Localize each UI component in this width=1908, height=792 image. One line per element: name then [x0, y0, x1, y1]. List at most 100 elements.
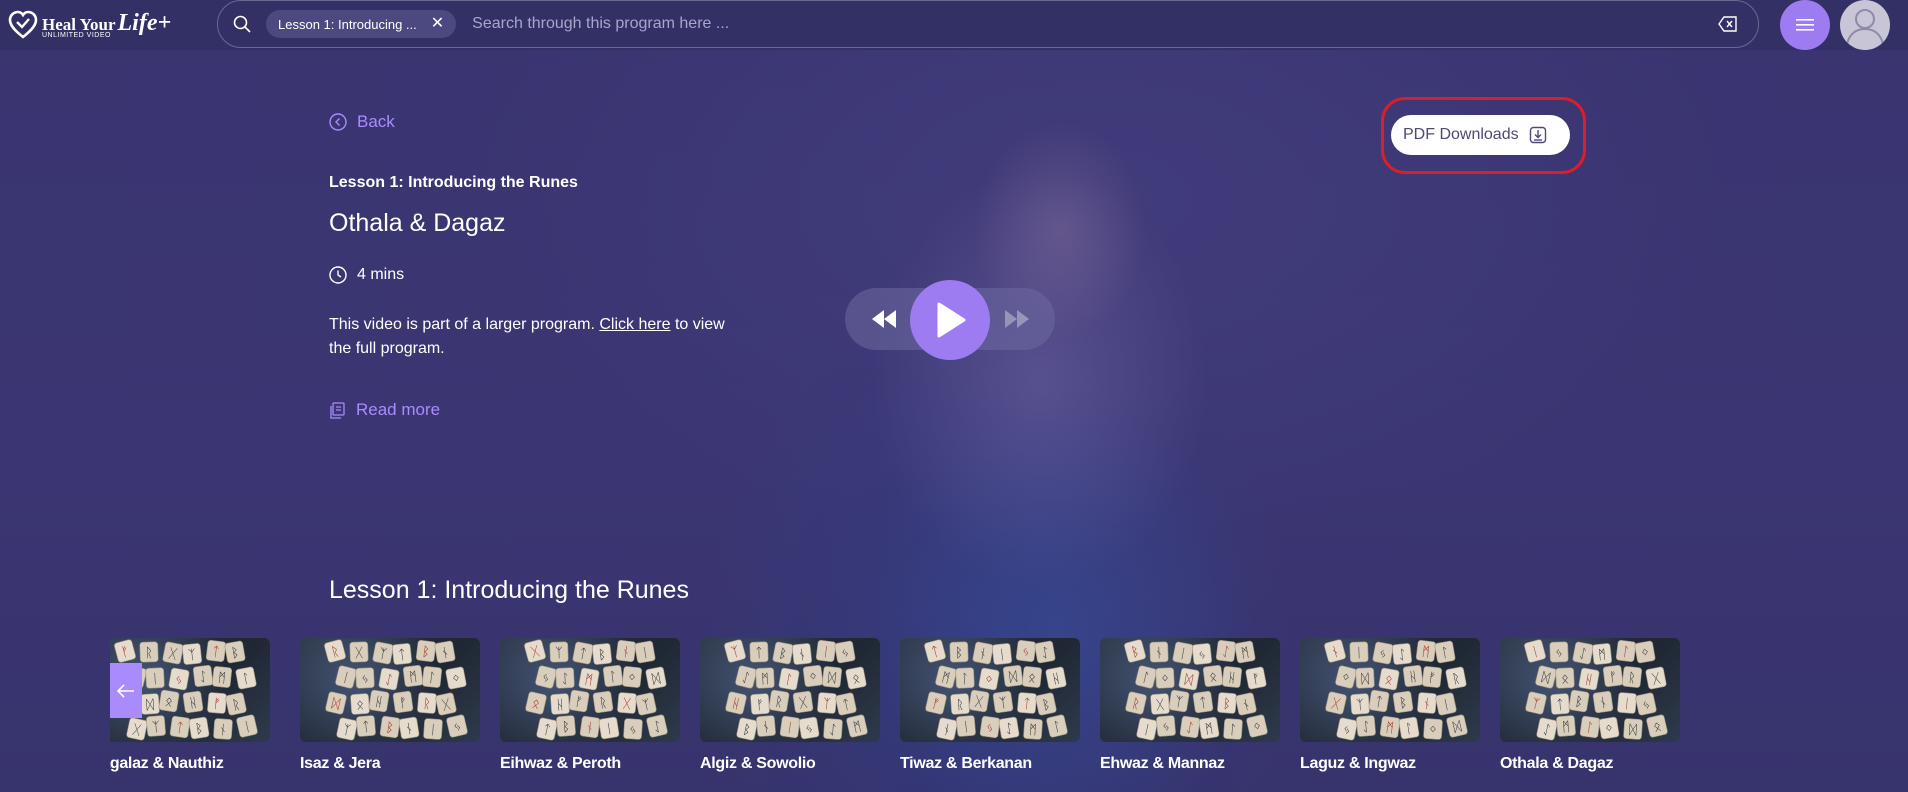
section-title: Lesson 1: Introducing the Runes — [329, 576, 689, 604]
clear-search-icon[interactable] — [1718, 16, 1738, 32]
svg-text:ᛁ: ᛁ — [1355, 646, 1363, 661]
svg-text:ᚺ: ᚺ — [556, 698, 565, 714]
svg-text:ᛃ: ᛃ — [361, 672, 370, 687]
svg-text:ᚷ: ᚷ — [622, 697, 631, 713]
lesson-card-title: Laguz & Ingwaz — [1300, 755, 1416, 772]
back-label: Back — [357, 112, 395, 131]
svg-text:ᚷ: ᚷ — [1156, 698, 1165, 714]
lesson-thumbnail: ᚱᚷᛉᛏᛒᚾᛁᛃᛇᛗᛚᛜᛞᛟᚺᚠᚱᚷᛉᛏᛒᚾᛁᛃ — [300, 638, 480, 742]
svg-text:ᚺ: ᚺ — [1227, 671, 1236, 687]
filter-chip-label: Lesson 1: Introducing ... — [278, 16, 417, 32]
video-description: This video is part of a larger program. … — [329, 313, 749, 361]
svg-text:ᚠ: ᚠ — [1427, 671, 1436, 687]
svg-text:ᛚ: ᛚ — [961, 672, 970, 687]
lesson-card[interactable]: ᛒᚾᛁᛃᛇᛗᛚᛜᛞᛟᚺᚠᚱᚷᛉᛏᛒᚾᛁᛃᛇᛗᛚᛜ Ehwaz & Mannaz — [1100, 638, 1280, 773]
brand-logo[interactable]: Heal YourLife+ UNLIMITED VIDEO — [8, 8, 171, 42]
svg-text:ᛏ: ᛏ — [1022, 697, 1031, 713]
rewind-icon[interactable] — [870, 306, 898, 332]
svg-text:ᛗ: ᛗ — [1597, 648, 1606, 664]
clock-icon — [329, 266, 347, 284]
fast-forward-icon[interactable] — [1003, 306, 1031, 332]
read-more-link[interactable]: Read more — [329, 400, 440, 420]
read-more-label: Read more — [356, 400, 441, 419]
lesson-card[interactable]: ᚾᛁᛃᛇᛗᛚᛜᛞᛟᚺᚠᚱᚷᛉᛏᛒᚾᛁᛃᛇᛗᛚᛜᛞ Laguz & Ingwaz — [1300, 638, 1480, 773]
svg-text:ᚾ: ᚾ — [1155, 646, 1163, 661]
svg-text:ᛒ: ᛒ — [955, 646, 963, 661]
lesson-thumbnail: ᛒᚾᛁᛃᛇᛗᛚᛜᛞᛟᚺᚠᚱᚷᛉᛏᛒᚾᛁᛃᛇᛗᛚᛜ — [1100, 638, 1280, 742]
svg-text:ᛁ: ᛁ — [962, 720, 971, 736]
svg-text:ᛗ: ᛗ — [1028, 723, 1037, 739]
menu-button[interactable] — [1780, 0, 1830, 50]
user-avatar[interactable] — [1840, 0, 1890, 50]
svg-text:ᚱ: ᚱ — [956, 698, 965, 714]
svg-text:ᛟ: ᛟ — [1027, 671, 1036, 687]
svg-text:ᛉ: ᛉ — [822, 697, 831, 713]
svg-text:ᛉ: ᛉ — [555, 646, 564, 661]
lesson-card[interactable]: ᛉᛏᛒᚾᛁᛃᛇᛗᛚᛜᛞᛟᚺᚠᚱᚷᛉᛏᛒᚾᛁᛃᛇᛗ Algiz & Sowolio — [700, 638, 880, 773]
search-bar[interactable]: Lesson 1: Introducing ... ✕ — [217, 0, 1759, 48]
pdf-downloads-label: PDF Downloads — [1403, 126, 1519, 143]
lesson-card[interactable]: ᚷᛉᛏᛒᚾᛁᛃᛇᛗᛚᛜᛞᛟᚺᚠᚱᚷᛉᛏᛒᚾᛁᛃᛇ Eihwaz & Peroth — [500, 638, 680, 773]
svg-text:ᚱ: ᚱ — [145, 646, 153, 661]
duration-text: 4 mins — [357, 266, 405, 283]
svg-text:ᚾ: ᚾ — [218, 723, 227, 739]
svg-text:ᚠ: ᚠ — [756, 698, 765, 714]
svg-text:ᛁ: ᛁ — [997, 648, 1006, 664]
lesson-card-title: Isaz & Jera — [300, 755, 381, 772]
svg-text:ᛞ: ᛞ — [1361, 672, 1370, 687]
svg-text:ᛒ: ᛒ — [1222, 697, 1231, 713]
rune-tiles-image: ᛉ ᛏ ᛒ ᚾ ᛁ ᛃᛇ ᛗ ᛚ ᛜ ᛞ ᛟᚺ ᚠ ᚱ ᚷ ᛉ ᛏᛒ ᚾ ᛁ ᛃ ᛇ ᛗ — [724, 639, 868, 741]
rune-tiles-image: ᚾ ᛁ ᛃ ᛇ ᛗ ᛚᛜ ᛞ ᛟ ᚺ ᚠ ᚱᚷ ᛉ ᛏ ᛒ ᚾ ᛁᛃ ᛇ ᛗ ᛚ ᛜ ᛞ — [1324, 639, 1468, 741]
lesson-card[interactable]: ᚱᚷᛉᛏᛒᚾᛁᛃᛇᛗᛚᛜᛞᛟᚺᚠᚱᚷᛉᛏᛒᚾᛁᛃ Isaz & Jera — [300, 638, 480, 773]
svg-text:ᛇ: ᛇ — [561, 672, 570, 687]
svg-text:ᛇ: ᛇ — [828, 723, 837, 739]
search-icon — [233, 15, 251, 33]
play-button[interactable] — [910, 280, 990, 360]
lesson-card-title: Ehwaz & Mannaz — [1100, 755, 1225, 772]
svg-text:ᛃ: ᛃ — [1555, 646, 1563, 661]
svg-text:ᚱ: ᚱ — [1627, 671, 1636, 687]
carousel-prev-button[interactable] — [110, 663, 142, 718]
filter-chip[interactable]: Lesson 1: Introducing ... ✕ — [266, 10, 457, 38]
svg-text:ᛗ: ᛗ — [761, 672, 770, 687]
top-bar: Heal YourLife+ UNLIMITED VIDEO Lesson 1:… — [0, 0, 1908, 50]
svg-text:ᚾ: ᚾ — [1422, 697, 1431, 713]
lesson-thumbnail: ᚷᛉᛏᛒᚾᛁᛃᛇᛗᛚᛜᛞᛟᚺᚠᚱᚷᛉᛏᛒᚾᛁᛃᛇ — [500, 638, 680, 742]
svg-text:ᛃ: ᛃ — [1162, 720, 1171, 736]
lesson-card-title: Eihwaz & Peroth — [500, 755, 621, 772]
arrow-left-icon — [117, 683, 134, 698]
svg-text:ᛒ: ᛒ — [597, 648, 606, 664]
desc-prefix: This video is part of a larger program. — [329, 316, 595, 333]
rune-tiles-image: ᚱ ᚷ ᛉ ᛏ ᛒ ᚾᛁ ᛃ ᛇ ᛗ ᛚ ᛜᛞ ᛟ ᚺ ᚠ ᚱ ᚷᛉ ᛏ ᛒ ᚾ ᛁ ᛃ — [324, 639, 468, 741]
svg-text:ᛏ: ᛏ — [397, 648, 406, 664]
svg-text:ᛜ: ᛜ — [627, 671, 636, 687]
svg-text:ᚠ: ᚠ — [212, 697, 221, 713]
search-input[interactable] — [470, 14, 1718, 34]
lesson-card[interactable]: ᛁᛃᛇᛗᛚᛜᛞᛟᚺᚠᚱᚷᛉᛏᛒᚾᛁᛃᛇᛗᛚᛜᛞᛟ Othala & Dagaz — [1500, 638, 1680, 773]
lesson-card[interactable]: ᛏᛒᚾᛁᛃᛇᛗᛚᛜᛞᛟᚺᚠᚱᚷᛉᛏᛒᚾᛁᛃᛇᛗᛚ Tiwaz & Berkana… — [900, 638, 1080, 773]
play-icon — [937, 302, 966, 338]
rune-tiles-image: ᛏ ᛒ ᚾ ᛁ ᛃ ᛇᛗ ᛚ ᛜ ᛞ ᛟ ᚺᚠ ᚱ ᚷ ᛉ ᛏ ᛒᚾ ᛁ ᛃ ᛇ ᛗ ᛚ — [924, 639, 1068, 741]
svg-text:ᛁ: ᛁ — [1622, 697, 1631, 713]
svg-text:ᛇ: ᛇ — [1362, 720, 1371, 736]
heart-logo-icon — [8, 10, 38, 39]
lesson-thumbnail: ᛁᛃᛇᛗᛚᛜᛞᛟᚺᚠᚱᚷᛉᛏᛒᚾᛁᛃᛇᛗᛚᛜᛞᛟ — [1500, 638, 1680, 742]
svg-text:ᛏ: ᛏ — [755, 646, 763, 661]
user-icon — [1846, 9, 1884, 45]
download-icon — [1529, 126, 1546, 144]
lesson-label: Lesson 1: Introducing the Runes — [329, 174, 578, 191]
svg-text:ᛉ: ᛉ — [152, 720, 161, 736]
lesson-thumbnail: ᚾᛁᛃᛇᛗᛚᛜᛞᛟᚺᚠᚱᚷᛉᛏᛒᚾᛁᛃᛇᛗᛚᛜᛞ — [1300, 638, 1480, 742]
svg-text:ᛏ: ᛏ — [362, 720, 371, 736]
video-title: Othala & Dagaz — [329, 209, 506, 237]
back-link[interactable]: Back — [329, 112, 395, 132]
svg-text:ᛁ: ᛁ — [428, 723, 437, 739]
rune-tiles-image: ᛁ ᛃ ᛇ ᛗ ᛚ ᛜᛞ ᛟ ᚺ ᚠ ᚱ ᚷᛉ ᛏ ᛒ ᚾ ᛁ ᛃᛇ ᛗ ᛚ ᛜ ᛞ ᛟ — [1524, 639, 1668, 741]
full-program-link[interactable]: Click here — [599, 316, 670, 333]
chevron-left-circle-icon — [329, 113, 347, 131]
lesson-thumbnail: ᛏᛒᚾᛁᛃᛇᛗᛚᛜᛞᛟᚺᚠᚱᚷᛉᛏᛒᚾᛁᛃᛇᛗᛚ — [900, 638, 1080, 742]
chip-close-icon[interactable]: ✕ — [431, 16, 444, 32]
pdf-downloads-button[interactable]: PDF Downloads — [1391, 115, 1570, 155]
lesson-carousel: ᚠ ᚱ ᚷ ᛉ ᛏ ᛒ ᚾ ᛁ ᛃ ᛇ ᛗ ᛚ ᛜ ᛞ ᛟ ᚺ ᚠ ᚱ ᚷ ᛉ ᛏ ᛒ ᚾ ᛁ Hagalaz & Nauth… — [110, 638, 1690, 792]
svg-text:ᛗ: ᛗ — [1562, 720, 1571, 736]
